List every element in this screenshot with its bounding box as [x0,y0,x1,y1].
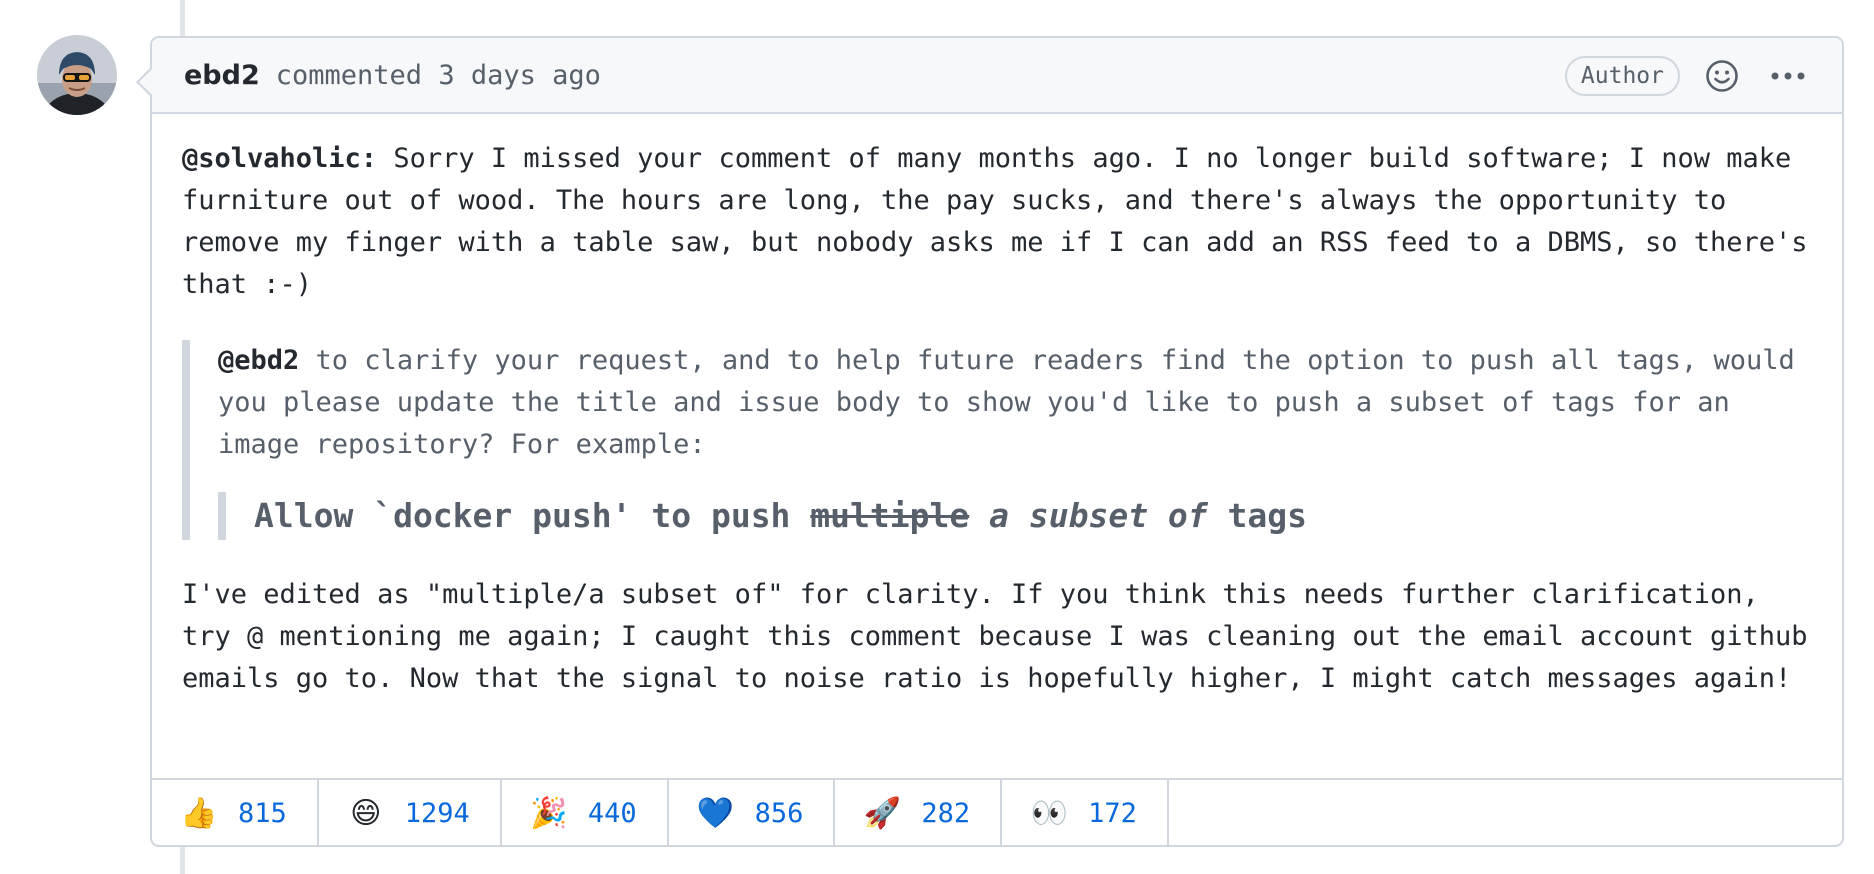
blockquote: @ebd2 to clarify your request, and to he… [182,340,1812,540]
add-reaction-button[interactable] [1704,58,1740,94]
heading-emphasis: a subset of [969,496,1208,535]
reactions-bar: 👍 815 😄 1294 🎉 440 💙 856 🚀 282 👀 172 [152,778,1842,847]
thumbs-up-icon: 👍 [180,796,218,831]
reaction-count: 282 [921,798,971,829]
reaction-count: 172 [1088,798,1137,829]
paragraph-text: Sorry I missed your comment of many mont… [182,143,1808,300]
reaction-eyes[interactable]: 👀 172 [1002,780,1169,847]
comment-header: ebd2 commented 3 days ago Author [152,38,1842,114]
comment-paragraph: @solvaholic: Sorry I missed your comment… [182,138,1812,306]
avatar[interactable] [37,35,117,115]
reaction-hooray[interactable]: 🎉 440 [502,780,669,847]
comment-timestamp[interactable]: commented 3 days ago [276,60,601,91]
comment-box: ebd2 commented 3 days ago Author @solvah… [136,36,1844,847]
reaction-count: 1294 [404,798,470,829]
more-options-button[interactable] [1770,58,1806,94]
reaction-rocket[interactable]: 🚀 282 [835,780,1003,847]
quote-text: to clarify your request, and to help fut… [218,345,1795,460]
header-actions: Author [1564,38,1806,114]
reaction-laugh[interactable]: 😄 1294 [319,780,502,847]
quote-paragraph: @ebd2 to clarify your request, and to he… [218,340,1812,466]
smiley-icon [1706,60,1738,92]
reaction-count: 440 [587,798,637,829]
author-badge: Author [1564,56,1680,96]
reaction-thumbs-up[interactable]: 👍 815 [152,780,319,847]
avatar-image [37,35,117,115]
nested-blockquote-heading: Allow `docker push' to push multiple a s… [218,492,1812,540]
author-link[interactable]: ebd2 [184,60,260,91]
comment-caret-inner [139,68,153,96]
heart-icon: 💙 [696,796,735,831]
reaction-count: 815 [238,798,287,829]
reaction-heart[interactable]: 💙 856 [669,780,836,847]
quote-user-mention[interactable]: @ebd2 [218,345,299,376]
comment-body: @solvaholic: Sorry I missed your comment… [152,114,1842,700]
kebab-horizontal-icon [1771,72,1805,80]
heading-text-post: tags [1207,496,1308,535]
hooray-icon: 🎉 [530,796,568,831]
laugh-icon: 😄 [350,796,382,831]
rocket-icon: 🚀 [863,796,902,831]
comment-paragraph-2: I've edited as "multiple/a subset of" fo… [182,579,1808,694]
heading-text-pre: Allow `docker push' to push [254,496,811,535]
heading-strikethrough: multiple [810,496,970,535]
reaction-count: 856 [754,798,804,829]
user-mention[interactable]: @solvaholic: [182,143,377,174]
eyes-icon: 👀 [1030,796,1068,831]
